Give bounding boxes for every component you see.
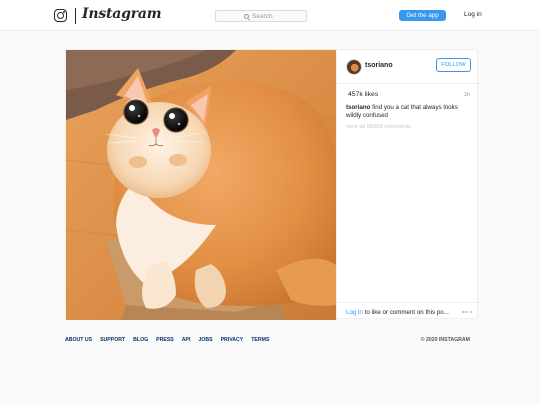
footer-link-terms[interactable]: TERMS	[251, 337, 269, 343]
post-image[interactable]	[66, 50, 336, 320]
footer-link-about[interactable]: ABOUT US	[65, 337, 92, 343]
comment-prompt: Log in to like or comment on this po...	[346, 309, 449, 316]
footer-link-privacy[interactable]: PRIVACY	[221, 337, 244, 343]
post-sidebar: tsoriano FOLLOW 457k likes 1h tsoriano f…	[336, 50, 480, 320]
comment-bar: Log in to like or comment on this po...	[337, 302, 480, 320]
post-card: tsoriano FOLLOW 457k likes 1h tsoriano f…	[65, 49, 480, 320]
footer-link-press[interactable]: PRESS	[156, 337, 174, 343]
caption-username[interactable]: tsoriano	[346, 104, 370, 111]
more-options-icon[interactable]	[462, 311, 472, 314]
login-link[interactable]: Log in	[464, 11, 482, 18]
instagram-glyph-icon[interactable]	[54, 9, 67, 22]
footer-link-support[interactable]: SUPPORT	[100, 337, 125, 343]
footer-link-jobs[interactable]: JOBS	[198, 337, 212, 343]
search-input[interactable]	[252, 12, 278, 20]
copyright: © 2020 INSTAGRAM	[420, 337, 470, 343]
footer-link-blog[interactable]: BLOG	[133, 337, 148, 343]
view-all-comments-link[interactable]: view all 99365 comments	[346, 124, 411, 130]
search-box[interactable]	[215, 10, 307, 22]
post-header: tsoriano FOLLOW	[337, 50, 480, 84]
post-caption: tsoriano find you a cat that always look…	[346, 104, 474, 120]
footer-links: ABOUT US SUPPORT BLOG PRESS API JOBS PRI…	[65, 337, 269, 343]
search-icon	[244, 13, 249, 19]
post-username[interactable]: tsoriano	[365, 62, 393, 69]
comment-prompt-text: to like or comment on this po...	[364, 309, 449, 316]
login-to-comment-link[interactable]: Log in	[346, 309, 363, 316]
likes-count[interactable]: 457k likes	[348, 91, 378, 98]
cat-photo-illustration	[66, 50, 336, 320]
follow-button[interactable]: FOLLOW	[436, 58, 471, 72]
page-footer: ABOUT US SUPPORT BLOG PRESS API JOBS PRI…	[65, 337, 470, 347]
get-the-app-button[interactable]: Get the app	[399, 10, 446, 21]
footer-link-api[interactable]: API	[182, 337, 191, 343]
logo-divider	[75, 8, 76, 24]
avatar[interactable]	[346, 59, 362, 75]
instagram-wordmark[interactable]: Instagram	[82, 6, 162, 22]
post-timestamp[interactable]: 1h	[464, 92, 470, 98]
top-navigation-bar: Instagram Get the app Log in	[0, 0, 540, 31]
